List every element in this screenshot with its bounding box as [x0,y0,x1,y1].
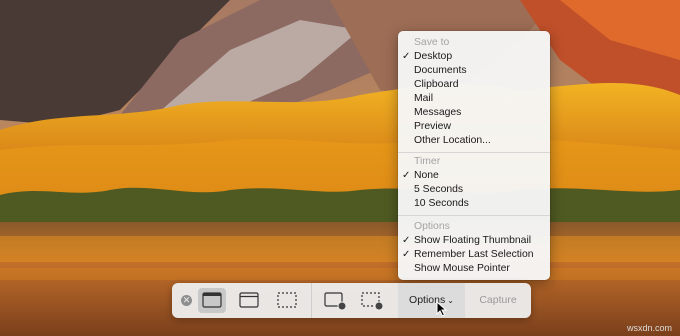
close-icon[interactable]: ✕ [181,295,192,306]
capture-button[interactable]: Capture [465,283,531,318]
menu-item-other-location[interactable]: Other Location... [414,135,491,146]
watermark: wsxdn.com [626,323,672,333]
capture-entire-screen-icon [202,292,222,308]
menu-item-documents[interactable]: Documents [414,65,467,76]
menu-header-timer: Timer [414,156,441,167]
menu-header-save-to: Save to [414,37,450,48]
capture-window-button[interactable] [235,288,263,313]
menu-item-show-mouse-pointer[interactable]: Show Mouse Pointer [414,263,510,274]
record-entire-screen-icon [324,292,347,311]
checkmark-icon: ✓ [402,51,411,62]
menu-item-show-floating-thumbnail[interactable]: Show Floating Thumbnail [414,235,531,246]
menu-item-preview[interactable]: Preview [414,121,451,132]
mouse-pointer-icon [436,301,448,317]
capture-window-icon [239,292,259,308]
menu-item-5-seconds[interactable]: 5 Seconds [414,184,463,195]
record-entire-screen-button[interactable] [321,288,349,313]
menu-separator [398,152,550,153]
menu-item-10-seconds[interactable]: 10 Seconds [414,198,469,209]
capture-entire-screen-button[interactable] [198,288,226,313]
menu-item-remember-last-selection[interactable]: Remember Last Selection [414,249,534,260]
menu-separator [398,215,550,216]
record-selection-button[interactable] [358,288,386,313]
menu-item-desktop[interactable]: Desktop [414,51,452,62]
screenshot-toolbar: ✕ Options ⌄ Capture [172,283,531,318]
checkmark-icon: ✓ [402,249,411,260]
menu-item-mail[interactable]: Mail [414,93,433,104]
options-menu: Save to ✓ Desktop Documents Clipboard Ma… [398,31,550,280]
capture-selection-button[interactable] [273,288,301,313]
menu-item-clipboard[interactable]: Clipboard [414,79,458,90]
chevron-down-icon: ⌄ [447,296,454,305]
checkmark-icon: ✓ [402,235,411,246]
options-button[interactable]: Options ⌄ [398,283,465,318]
checkmark-icon: ✓ [402,170,411,181]
capture-selection-icon [277,292,297,308]
menu-item-none[interactable]: None [414,170,439,181]
toolbar-separator [311,283,312,318]
menu-header-options: Options [414,221,450,232]
record-selection-icon [361,292,384,311]
menu-item-messages[interactable]: Messages [414,107,461,118]
